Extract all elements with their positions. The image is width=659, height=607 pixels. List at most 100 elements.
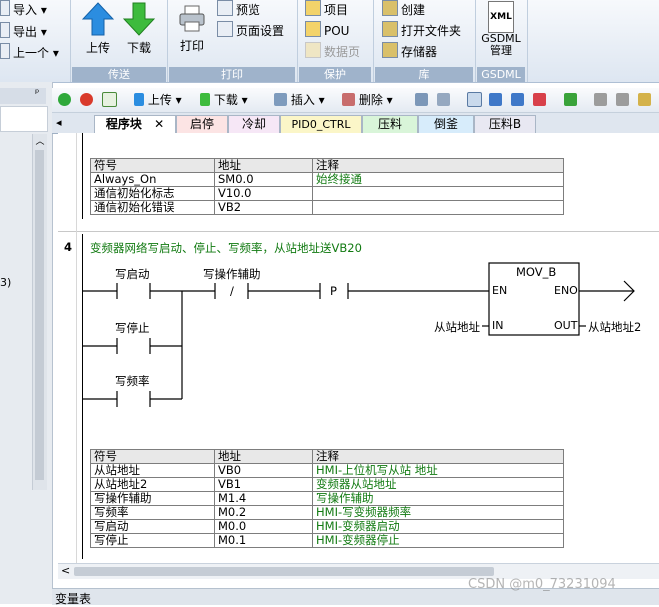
table-row: 写停止 M0.1 HMI-变频器停止 (90, 533, 564, 548)
out-operand[interactable]: 从站地址2 (588, 319, 641, 335)
table-row: 写操作辅助 M1.4 写操作辅助 (90, 491, 564, 506)
print-button[interactable]: 打印 (174, 4, 210, 54)
table-row: 写频率 M0.2 HMI-写变频器频率 (90, 505, 564, 520)
table-row: 从站地址2 VB1 变频器从站地址 (90, 477, 564, 492)
xml-file-icon: XML (488, 1, 514, 33)
contact-label-write-freq[interactable]: 写频率 (115, 373, 150, 389)
storage-icon (382, 42, 398, 58)
preview-button[interactable]: 预览 (217, 0, 260, 18)
watermark-text: CSDN @m0_73231094 (468, 577, 616, 592)
download-button[interactable]: 下载 (119, 2, 159, 56)
col-header-address: 地址 (214, 158, 313, 173)
negated-contact-symbol[interactable]: / (230, 284, 234, 298)
network-number: 4 (64, 240, 73, 254)
contact-label-write-start[interactable]: 写启动 (115, 266, 150, 282)
export-icon (0, 22, 10, 38)
positive-edge-symbol[interactable]: P (330, 284, 337, 298)
en-pin-label: EN (492, 284, 508, 297)
toolbar-download-button[interactable]: 下载 ▾ (200, 92, 248, 108)
in-pin-label: IN (492, 319, 504, 332)
contact-label-write-aux[interactable]: 写操作辅助 (203, 266, 261, 282)
eno-pin-label: ENO (554, 284, 578, 297)
col-header-address: 地址 (214, 449, 313, 464)
editor-toolbar: 上传 ▾ 下载 ▾ 插入 ▾ 删除 ▾ (52, 88, 659, 113)
lock-icon[interactable] (594, 92, 607, 108)
close-tab-icon[interactable]: ✕ (154, 117, 164, 131)
toolbar-insert-button[interactable]: 插入 ▾ (274, 92, 325, 108)
in-operand[interactable]: 从站地址 (434, 319, 480, 335)
key-icon (305, 21, 321, 37)
stop-icon[interactable] (80, 92, 93, 108)
upload-icon (134, 93, 144, 106)
prev-button[interactable]: 上一个 ▾ (0, 43, 59, 61)
upload-button[interactable]: 上传 (78, 2, 118, 56)
pou-protect-button[interactable]: POU (305, 21, 349, 39)
ladder-editor[interactable]: 符号 地址 注释 Always_On SM0.0 始终接通 通信初始化标志 V10.0… (58, 133, 659, 563)
mov-b-box-title[interactable]: MOV_B (516, 265, 556, 279)
run-icon[interactable] (58, 92, 71, 108)
upload-arrow-icon (81, 2, 115, 36)
contact-label-write-stop[interactable]: 写停止 (115, 320, 150, 336)
preview-icon (217, 0, 233, 16)
tab-pressing[interactable]: 压料 (362, 115, 418, 133)
unlock-icon[interactable] (638, 92, 651, 108)
compile-icon[interactable] (102, 92, 117, 108)
variable-table-tab[interactable]: 变量表 (55, 590, 91, 607)
download-arrow-icon (122, 2, 156, 36)
symbol-table-net3: 符号 地址 注释 Always_On SM0.0 始终接通 通信初始化标志 V10.0… (90, 158, 564, 215)
network-divider (58, 231, 659, 232)
toolbar-upload-button[interactable]: 上传 ▾ (134, 92, 182, 108)
project-protect-button[interactable]: 项目 (305, 0, 348, 18)
gsdml-manage-button[interactable]: XML GSDML 管理 (478, 1, 524, 57)
lock-icon-2[interactable] (616, 92, 629, 108)
tab-pid0[interactable]: PID0_CTRL (280, 115, 362, 133)
key-icon (305, 42, 321, 58)
import-button[interactable]: 导入 ▾ (0, 0, 47, 18)
network-title[interactable]: 变频器网络写启动、停止、写频率，从站地址送VB20 (90, 240, 362, 256)
table-row: 写启动 M0.0 HMI-变频器启动 (90, 519, 564, 534)
network-icon-1[interactable] (415, 92, 428, 108)
page-setup-button[interactable]: 页面设置 (217, 21, 284, 39)
tree-vertical-scrollbar[interactable]: ︿ (32, 134, 47, 490)
goto-icon[interactable] (564, 92, 577, 108)
insert-icon (274, 93, 287, 106)
open-folder-button[interactable]: 打开文件夹 (382, 21, 461, 39)
download-icon (200, 93, 210, 106)
create-library-button[interactable]: 创建 (382, 0, 425, 18)
table-row: 从站地址 VB0 HMI-上位机写从站 地址 (90, 463, 564, 478)
tab-pressing-b[interactable]: 压料B (474, 115, 536, 133)
tree-partial-text: 3) (0, 276, 12, 289)
rung-icon-4[interactable] (533, 92, 546, 108)
tree-item-box[interactable] (0, 106, 48, 132)
printer-icon (179, 5, 205, 32)
tab-main[interactable]: 程序块 ✕ (94, 115, 176, 133)
tab-scroll-left-icon[interactable]: ◂ (56, 116, 62, 129)
scroll-up-icon[interactable]: ︿ (33, 134, 47, 147)
tab-cooling[interactable]: 冷却 (228, 115, 280, 133)
col-header-symbol: 符号 (90, 158, 215, 173)
scroll-thumb[interactable] (35, 150, 44, 480)
table-row: Always_On SM0.0 始终接通 (90, 172, 564, 187)
library-group-label: 库 (375, 67, 473, 82)
col-header-comment: 注释 (312, 158, 564, 173)
export-button[interactable]: 导出 ▾ (0, 22, 47, 40)
library-create-icon (382, 0, 398, 16)
data-page-protect-button[interactable]: 数据页 (305, 42, 360, 60)
rung-icon-3[interactable] (511, 92, 524, 108)
rung-icon-1[interactable] (467, 92, 482, 108)
power-rail-net3 (82, 133, 83, 219)
tab-pour[interactable]: 倒釜 (418, 115, 474, 133)
folder-open-icon (382, 21, 398, 37)
network-icon-2[interactable] (437, 92, 450, 108)
tab-start-stop[interactable]: 启停 (176, 115, 228, 133)
toolbar-delete-button[interactable]: 删除 ▾ (342, 92, 393, 108)
storage-button[interactable]: 存储器 (382, 42, 437, 60)
rung-icon-2[interactable] (489, 92, 502, 108)
col-header-symbol: 符号 (90, 449, 215, 464)
page-setup-icon (217, 21, 233, 37)
table-row: 通信初始化错误 VB2 (90, 200, 564, 215)
scroll-left-icon[interactable]: < (61, 564, 70, 577)
horizontal-scroll-thumb[interactable] (74, 567, 494, 576)
symbol-table-net4: 符号 地址 注释 从站地址 VB0 HMI-上位机写从站 地址 从站地址2 VB1 变频… (90, 449, 564, 548)
pin-icon[interactable]: ᵖ (35, 88, 39, 99)
